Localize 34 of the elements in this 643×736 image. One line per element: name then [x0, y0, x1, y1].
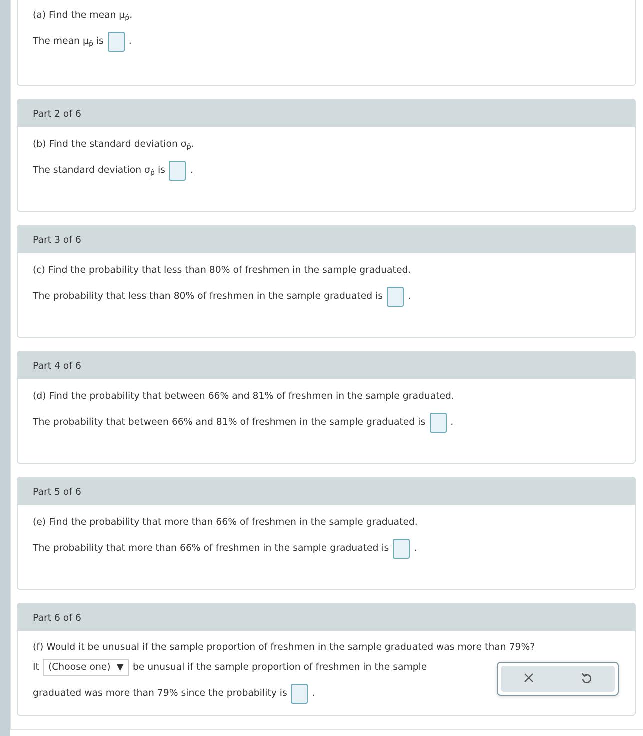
- answer-box[interactable]: [393, 539, 410, 560]
- close-icon: [524, 673, 534, 684]
- answer-box[interactable]: [169, 161, 186, 182]
- question-prompt: (d) Find the probability that between 66% and 81% of freshmen in the sample graduated.: [33, 390, 456, 404]
- undo-icon: [580, 672, 592, 684]
- answer-text: graduated was more than 79% since the probability is: [33, 687, 288, 702]
- question-prompt: (b) Find the standard deviation σ$_{p̂}$.: [33, 138, 196, 152]
- part-header: Part 2 of 6: [18, 100, 635, 127]
- question-prompt: (f) Would it be unusual if the sample proportion of freshmen in the sample graduated was more than 79%?: [33, 641, 536, 655]
- answer-text: .: [408, 290, 412, 304]
- answer-text: .: [414, 542, 418, 556]
- answer-text: The mean μ$_{p̂}$ is: [33, 35, 104, 50]
- answer-text: be unusual if the sample proportion of freshmen in the sample: [132, 660, 428, 675]
- part-header: Part 6 of 6: [18, 604, 635, 631]
- part-header: Part 5 of 6: [18, 478, 635, 505]
- question-prompt: (a) Find the mean μ$_{p̂}$.: [33, 9, 134, 24]
- answer-text: It: [33, 660, 40, 675]
- part-header: Part 4 of 6: [18, 352, 635, 379]
- question-prompt: (c) Find the probability that less than 80% of freshmen in the sample graduated.: [33, 264, 412, 278]
- answer-text: The probability that between 66% and 81% of freshmen in the sample graduated is: [33, 416, 426, 430]
- part-header: Part 3 of 6: [18, 226, 635, 253]
- answer-box[interactable]: [387, 287, 404, 308]
- answer-text: .: [128, 35, 132, 50]
- question-prompt: (e) Find the probability that more than 66% of freshmen in the sample graduated.: [33, 516, 419, 530]
- answer-text: The standard deviation σ$_{p̂}$ is: [33, 164, 166, 178]
- answer-text: .: [450, 416, 454, 430]
- choose-dropdown[interactable]: (Choose one) ▼: [43, 659, 129, 676]
- answer-box[interactable]: [430, 413, 447, 434]
- answer-text: The probability that less than 80% of freshmen in the sample graduated is: [33, 290, 384, 304]
- answer-text: .: [312, 687, 316, 702]
- answer-box[interactable]: [291, 684, 308, 704]
- answer-text: .: [190, 164, 194, 178]
- answer-text: The probability that more than 66% of freshmen in the sample graduated is: [33, 542, 390, 556]
- answer-box[interactable]: [108, 32, 125, 52]
